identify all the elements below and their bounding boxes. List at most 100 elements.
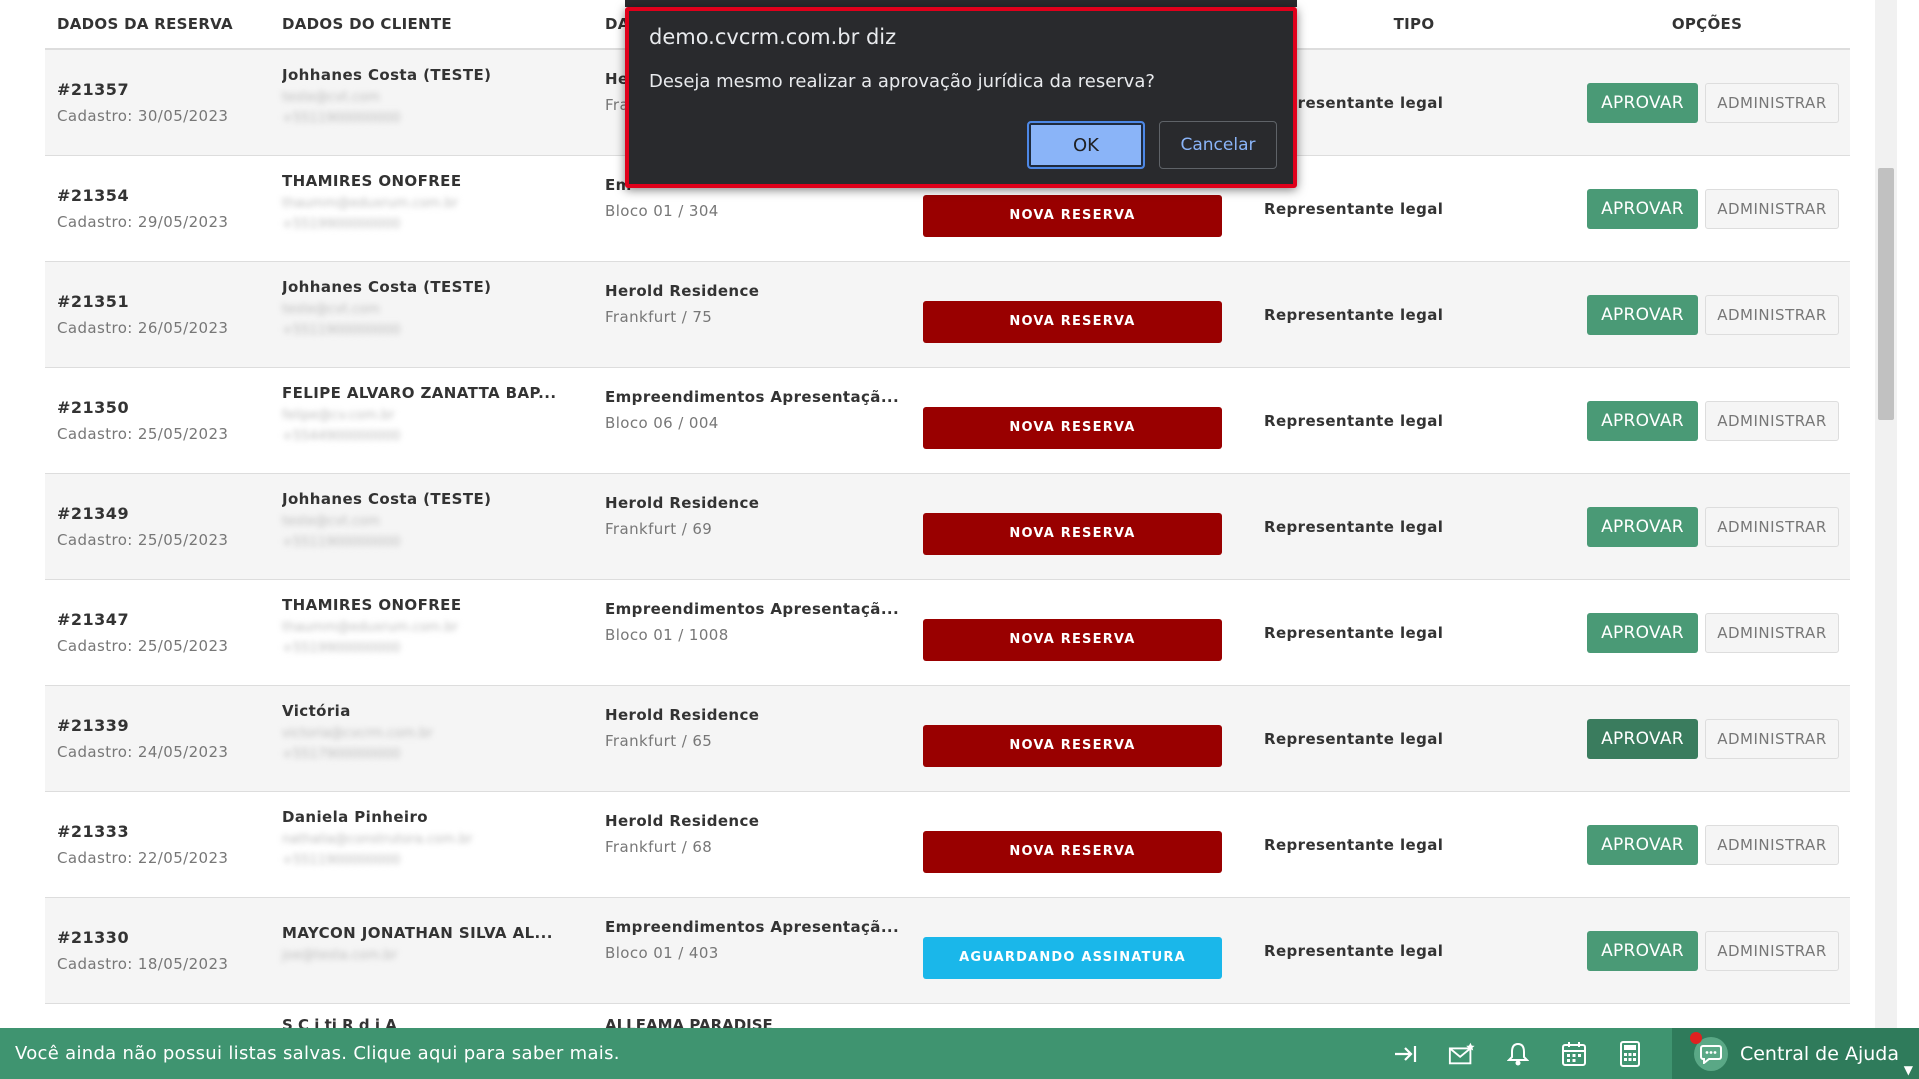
table-row-partial: S C i ti R d i A ALLEAMA PARADISE bbox=[45, 1004, 1850, 1028]
approve-button[interactable]: APROVAR bbox=[1587, 930, 1698, 971]
client-phone: +5511900000000 bbox=[282, 110, 401, 126]
reservation-id[interactable]: #21347 bbox=[57, 610, 270, 629]
development-unit: Frankfurt / 75 bbox=[605, 307, 713, 326]
reservation-cell: #21339 Cadastro: 24/05/2023 bbox=[45, 716, 270, 761]
reservation-id[interactable]: #21333 bbox=[57, 822, 270, 841]
status-badge: NOVA RESERVA bbox=[923, 830, 1222, 873]
reservation-id[interactable]: #21339 bbox=[57, 716, 270, 735]
tipo-label: Representante legal bbox=[1264, 411, 1444, 430]
reservation-date: Cadastro: 30/05/2023 bbox=[57, 107, 229, 125]
reservation-date: Cadastro: 24/05/2023 bbox=[57, 743, 229, 761]
admin-button[interactable]: ADMINISTRAR bbox=[1705, 612, 1839, 653]
client-cell: THAMIRES ONOFREE thaumm@eduxrum.com.br +… bbox=[270, 172, 593, 238]
approve-button[interactable]: APROVAR bbox=[1587, 824, 1698, 865]
reservation-date: Cadastro: 26/05/2023 bbox=[57, 319, 229, 337]
status-cell: NOVA RESERVA bbox=[923, 605, 1264, 661]
reservation-id[interactable]: #21330 bbox=[57, 928, 270, 947]
status-badge: NOVA RESERVA bbox=[923, 724, 1222, 767]
approve-button[interactable]: APROVAR bbox=[1587, 718, 1698, 759]
admin-button[interactable]: ADMINISTRAR bbox=[1705, 294, 1839, 335]
options-cell: APROVAR ADMINISTRAR bbox=[1564, 824, 1850, 865]
approve-button[interactable]: APROVAR bbox=[1587, 612, 1698, 653]
options-cell: APROVAR ADMINISTRAR bbox=[1564, 612, 1850, 653]
status-cell: NOVA RESERVA bbox=[923, 711, 1264, 767]
development-cell: Empreendimentos Apresentaçã... Bloco 01 … bbox=[593, 600, 923, 644]
header-tipo: TIPO bbox=[1393, 15, 1435, 33]
partial-client-name: S C i ti R d i A bbox=[282, 1016, 397, 1028]
chevron-down-icon[interactable]: ▼ bbox=[1904, 1063, 1913, 1077]
client-phone: +5511900000000 bbox=[282, 534, 401, 550]
admin-button[interactable]: ADMINISTRAR bbox=[1705, 718, 1839, 759]
collapse-arrow-icon[interactable] bbox=[1392, 1040, 1420, 1068]
table-row: #21351 Cadastro: 26/05/2023 Johhanes Cos… bbox=[45, 262, 1850, 368]
mail-star-icon[interactable] bbox=[1448, 1040, 1476, 1068]
saved-lists-message[interactable]: Você ainda não possui listas salvas. Cli… bbox=[0, 1043, 1392, 1064]
reservation-cell: #21349 Cadastro: 25/05/2023 bbox=[45, 504, 270, 549]
approve-button[interactable]: APROVAR bbox=[1587, 400, 1698, 441]
development-unit: Bloco 01 / 403 bbox=[605, 943, 719, 962]
help-center-button[interactable]: Central de Ajuda ▼ bbox=[1671, 1028, 1919, 1079]
dialog-topline bbox=[625, 0, 1297, 7]
development-cell: Herold Residence Frankfurt / 65 bbox=[593, 706, 923, 750]
client-email: thaumm@eduxrum.com.br bbox=[282, 619, 458, 635]
reservation-id[interactable]: #21350 bbox=[57, 398, 270, 417]
admin-button[interactable]: ADMINISTRAR bbox=[1705, 188, 1839, 229]
client-cell: THAMIRES ONOFREE thaumm@eduxrum.com.br +… bbox=[270, 596, 593, 662]
reservation-date: Cadastro: 25/05/2023 bbox=[57, 637, 229, 655]
tipo-cell: Representante legal bbox=[1264, 94, 1564, 112]
bell-icon[interactable] bbox=[1504, 1040, 1532, 1068]
approve-button[interactable]: APROVAR bbox=[1587, 506, 1698, 547]
approve-button[interactable]: APROVAR bbox=[1587, 188, 1698, 229]
client-cell: Johhanes Costa (TESTE) teste@cvt.com +55… bbox=[270, 490, 593, 556]
client-name: Johhanes Costa (TESTE) bbox=[282, 65, 492, 84]
tipo-cell: Representante legal bbox=[1264, 836, 1564, 854]
admin-button[interactable]: ADMINISTRAR bbox=[1705, 824, 1839, 865]
admin-button[interactable]: ADMINISTRAR bbox=[1705, 930, 1839, 971]
dialog-ok-button[interactable]: OK bbox=[1027, 121, 1145, 169]
scrollbar[interactable] bbox=[1875, 0, 1897, 1028]
client-phone: +5511900000000 bbox=[282, 852, 401, 868]
client-email: joe@testa.com.br bbox=[282, 948, 398, 963]
client-cell: FELIPE ALVARO ZANATTA BAP... felipe@cv.c… bbox=[270, 384, 593, 450]
options-cell: APROVAR ADMINISTRAR bbox=[1564, 188, 1850, 229]
client-name: FELIPE ALVARO ZANATTA BAP... bbox=[282, 383, 557, 402]
dialog-title: demo.cvcrm.com.br diz bbox=[649, 25, 897, 49]
tipo-cell: Representante legal bbox=[1264, 412, 1564, 430]
admin-button[interactable]: ADMINISTRAR bbox=[1705, 82, 1839, 123]
table-row: #21349 Cadastro: 25/05/2023 Johhanes Cos… bbox=[45, 474, 1850, 580]
table-row: #21330 Cadastro: 18/05/2023 MAYCON JONAT… bbox=[45, 898, 1850, 1004]
options-cell: APROVAR ADMINISTRAR bbox=[1564, 400, 1850, 441]
reservation-id[interactable]: #21354 bbox=[57, 186, 270, 205]
options-cell: APROVAR ADMINISTRAR bbox=[1564, 718, 1850, 759]
tipo-cell: Representante legal bbox=[1264, 518, 1564, 536]
client-phone: +5517900000000 bbox=[282, 746, 401, 762]
admin-button[interactable]: ADMINISTRAR bbox=[1705, 506, 1839, 547]
client-email: nathalia@construtora.com.br bbox=[282, 831, 473, 847]
approve-button[interactable]: APROVAR bbox=[1587, 82, 1698, 123]
reservation-date: Cadastro: 22/05/2023 bbox=[57, 849, 229, 867]
tipo-cell: Representante legal bbox=[1264, 200, 1564, 218]
dialog-cancel-button[interactable]: Cancelar bbox=[1159, 121, 1277, 169]
client-cell: Johhanes Costa (TESTE) teste@cvt.com +55… bbox=[270, 66, 593, 132]
table-row: #21347 Cadastro: 25/05/2023 THAMIRES ONO… bbox=[45, 580, 1850, 686]
header-dados-reserva: DADOS DA RESERVA bbox=[57, 15, 233, 33]
table-row: #21333 Cadastro: 22/05/2023 Daniela Pinh… bbox=[45, 792, 1850, 898]
scrollbar-thumb[interactable] bbox=[1878, 168, 1894, 420]
reservation-id[interactable]: #21357 bbox=[57, 80, 270, 99]
tipo-cell: Representante legal bbox=[1264, 306, 1564, 324]
header-dados-cliente: DADOS DO CLIENTE bbox=[282, 15, 452, 33]
reservation-id[interactable]: #21351 bbox=[57, 292, 270, 311]
partial-empreendimento: ALLEAMA PARADISE bbox=[605, 1016, 773, 1028]
client-phone: +5519900000000 bbox=[282, 640, 401, 656]
development-name: Herold Residence bbox=[605, 493, 760, 512]
admin-button[interactable]: ADMINISTRAR bbox=[1705, 400, 1839, 441]
approve-button[interactable]: APROVAR bbox=[1587, 294, 1698, 335]
reservation-date: Cadastro: 25/05/2023 bbox=[57, 425, 229, 443]
calculator-icon[interactable] bbox=[1616, 1040, 1644, 1068]
development-name: Empreendimentos Apresentaçã... bbox=[605, 387, 900, 406]
status-badge: NOVA RESERVA bbox=[923, 406, 1222, 449]
reservation-id[interactable]: #21349 bbox=[57, 504, 270, 523]
calendar-icon[interactable] bbox=[1560, 1040, 1588, 1068]
reservation-cell: #21330 Cadastro: 18/05/2023 bbox=[45, 928, 270, 973]
options-cell: APROVAR ADMINISTRAR bbox=[1564, 930, 1850, 971]
